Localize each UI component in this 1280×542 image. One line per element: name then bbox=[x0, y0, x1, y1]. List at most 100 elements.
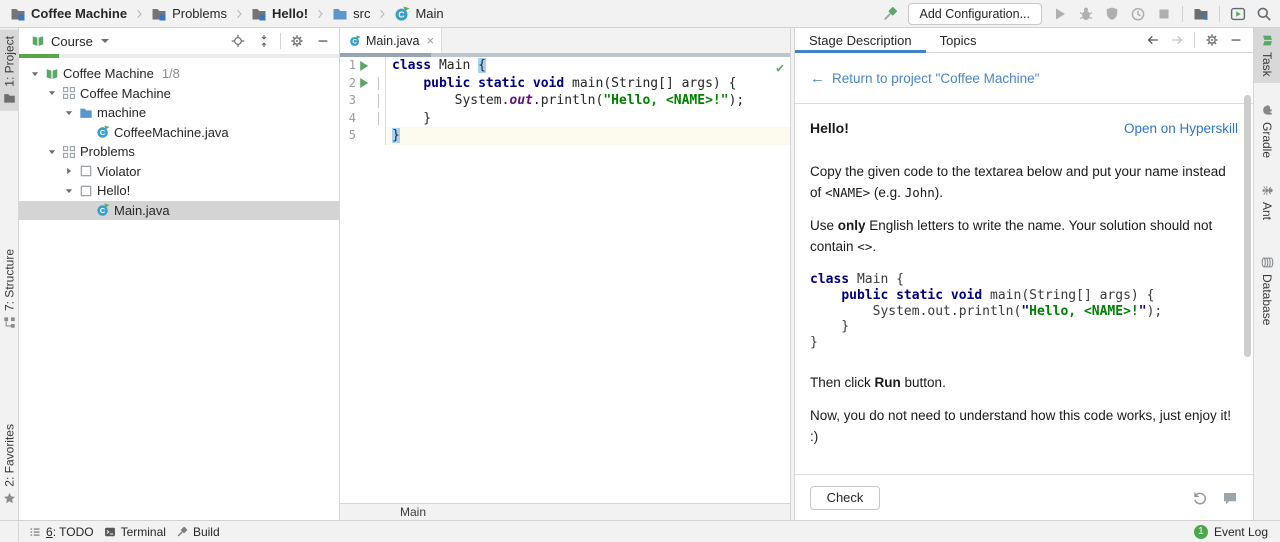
line-number[interactable]: 5 bbox=[340, 127, 356, 145]
task-panel-footer: Check bbox=[795, 474, 1253, 520]
tree-chevron-expanded-icon[interactable] bbox=[46, 87, 58, 99]
todo-toolwindow-button[interactable]: 6: TODO bbox=[29, 525, 94, 539]
run-with-coverage-icon[interactable] bbox=[1104, 6, 1120, 22]
ide-window: Coffee Machine Problems Hello! src C Main Add… bbox=[0, 0, 1280, 542]
inspection-ok-icon[interactable]: ✔ bbox=[776, 61, 784, 76]
navigation-breadcrumbs: Coffee Machine Problems Hello! src C Main bbox=[8, 5, 446, 23]
hide-panel-button[interactable] bbox=[313, 31, 333, 51]
tree-chevron-expanded-icon[interactable] bbox=[63, 185, 75, 197]
task-instructions-after: Then click Run button. Now, you do not ne… bbox=[810, 372, 1238, 448]
project-view-selector[interactable]: Course bbox=[51, 34, 93, 49]
debug-icon[interactable] bbox=[1078, 6, 1094, 22]
leave-comment-icon[interactable] bbox=[1222, 490, 1238, 506]
project-structure-icon[interactable] bbox=[1193, 6, 1209, 22]
fold-marker[interactable] bbox=[372, 75, 385, 93]
line-number[interactable]: 4 bbox=[340, 110, 356, 128]
sidebar-tab-ant[interactable]: Ant bbox=[1254, 178, 1280, 226]
add-configuration-button[interactable]: Add Configuration... bbox=[907, 2, 1042, 25]
reset-task-icon[interactable] bbox=[1192, 490, 1208, 506]
close-icon[interactable]: × bbox=[427, 33, 435, 48]
sidebar-tab-favorites[interactable]: 2: Favorites bbox=[0, 418, 19, 511]
gear-icon bbox=[290, 34, 304, 48]
code-line[interactable]: 4 } bbox=[340, 109, 790, 128]
profiler-icon[interactable] bbox=[1130, 6, 1146, 22]
tree-chevron-expanded-icon[interactable] bbox=[63, 107, 75, 119]
tree-item-coffee-machine[interactable]: Coffee Machine bbox=[19, 84, 339, 104]
tree-chevron-collapsed-icon[interactable] bbox=[63, 165, 75, 177]
task-instructions: Copy the given code to the textarea belo… bbox=[810, 161, 1238, 258]
tree-item-label: Coffee Machine bbox=[80, 85, 171, 101]
tree-item-hello-[interactable]: Hello! bbox=[19, 181, 339, 201]
tab-topics[interactable]: Topics bbox=[926, 28, 991, 52]
task-icon bbox=[79, 184, 93, 198]
line-number[interactable]: 2 bbox=[340, 75, 356, 93]
sidebar-tab-database[interactable]: Database bbox=[1254, 250, 1280, 331]
panel-settings-button[interactable] bbox=[287, 31, 307, 51]
code-line[interactable]: 5} bbox=[340, 127, 790, 145]
terminal-toolwindow-button[interactable]: Terminal bbox=[104, 525, 166, 539]
project-folder-icon bbox=[3, 92, 16, 105]
scrollbar-thumb[interactable] bbox=[1244, 95, 1251, 357]
task-paragraph: Then click Run button. bbox=[810, 374, 946, 390]
sidebar-tab-task[interactable]: Task bbox=[1254, 28, 1280, 83]
run-line-icon[interactable] bbox=[356, 75, 372, 93]
tree-item-main-java[interactable]: C Main.java bbox=[19, 200, 339, 220]
terminal-icon bbox=[104, 526, 116, 538]
check-button[interactable]: Check bbox=[810, 485, 880, 510]
run-icon[interactable] bbox=[1052, 6, 1068, 22]
line-number[interactable]: 3 bbox=[340, 92, 356, 110]
sidebar-tab-structure[interactable]: 7: Structure bbox=[0, 243, 19, 335]
breadcrumb-item[interactable]: src bbox=[330, 5, 372, 23]
tree-chevron-expanded-icon[interactable] bbox=[46, 146, 58, 158]
tree-chevron-expanded-icon[interactable] bbox=[29, 68, 41, 80]
tree-item-coffee-machine[interactable]: Coffee Machine 1/8 bbox=[19, 64, 339, 84]
breadcrumb[interactable]: Main bbox=[400, 505, 426, 519]
tree-item-label: Main.java bbox=[114, 202, 170, 218]
run-line-icon[interactable] bbox=[356, 57, 372, 75]
open-on-hyperskill-link[interactable]: Open on Hyperskill bbox=[1124, 118, 1238, 140]
breadcrumb-item[interactable]: Coffee Machine bbox=[8, 5, 129, 23]
code-line[interactable]: 3 System.out.println("Hello, <NAME>!"); bbox=[340, 92, 790, 110]
fold-marker[interactable] bbox=[372, 92, 385, 110]
task-panel-header: Stage Description Topics bbox=[795, 28, 1253, 53]
chevron-down-icon[interactable] bbox=[100, 39, 109, 43]
tree-item-machine[interactable]: machine bbox=[19, 103, 339, 123]
breadcrumb-item[interactable]: C Main bbox=[392, 5, 445, 23]
sidebar-tab-gradle[interactable]: Gradle bbox=[1254, 98, 1280, 164]
code-line[interactable]: 1 class Main { bbox=[340, 57, 790, 75]
task-code-line: public static void main(String[] args) { bbox=[841, 287, 1155, 303]
breadcrumb-item[interactable]: Hello! bbox=[249, 5, 310, 23]
tab-stage-description[interactable]: Stage Description bbox=[795, 28, 926, 53]
stop-icon[interactable] bbox=[1156, 6, 1172, 22]
hide-icon[interactable] bbox=[1229, 33, 1243, 47]
sidebar-tab-project[interactable]: 1: Project bbox=[0, 30, 19, 111]
line-number[interactable]: 1 bbox=[340, 57, 356, 75]
editor-tab-bar: C Main.java × bbox=[340, 28, 790, 53]
database-icon bbox=[1261, 256, 1274, 269]
build-toolwindow-button[interactable]: Build bbox=[176, 525, 220, 539]
left-tool-strip: 1: Project 7: Structure 2: Favorites bbox=[0, 28, 19, 520]
back-icon[interactable] bbox=[1146, 33, 1160, 47]
locate-file-button[interactable] bbox=[228, 31, 248, 51]
return-to-project-link[interactable]: ← Return to project "Coffee Machine" bbox=[810, 67, 1238, 91]
fold-marker[interactable] bbox=[372, 110, 385, 128]
class-icon: C bbox=[394, 6, 410, 22]
tree-item-coffeemachine-java[interactable]: C CoffeeMachine.java bbox=[19, 123, 339, 143]
collapse-all-button[interactable] bbox=[254, 31, 274, 51]
run-anything-icon[interactable] bbox=[1230, 6, 1246, 22]
forward-icon[interactable] bbox=[1170, 33, 1184, 47]
editor-tab-main-java[interactable]: C Main.java × bbox=[340, 28, 443, 53]
code-editor[interactable]: 1 class Main {2 public static void main(S… bbox=[340, 57, 790, 503]
event-log-button[interactable]: 1 Event Log bbox=[1193, 524, 1280, 539]
search-everywhere-icon[interactable] bbox=[1256, 6, 1272, 22]
build-project-icon[interactable] bbox=[882, 6, 898, 22]
toolwindow-switcher[interactable] bbox=[0, 521, 19, 542]
tree-item-violator[interactable]: Violator bbox=[19, 162, 339, 182]
project-tool-window: Course Coffee Machine 1/8 Coffee Machine ma… bbox=[19, 28, 340, 520]
breadcrumb-item[interactable]: Problems bbox=[149, 5, 229, 23]
left-arrow-icon: ← bbox=[810, 70, 825, 87]
code-line[interactable]: 2 public static void main(String[] args)… bbox=[340, 74, 790, 93]
task-code-sample: class Main { public static void main(Str… bbox=[810, 272, 1238, 351]
tree-item-problems[interactable]: Problems bbox=[19, 142, 339, 162]
gear-icon[interactable] bbox=[1205, 33, 1219, 47]
